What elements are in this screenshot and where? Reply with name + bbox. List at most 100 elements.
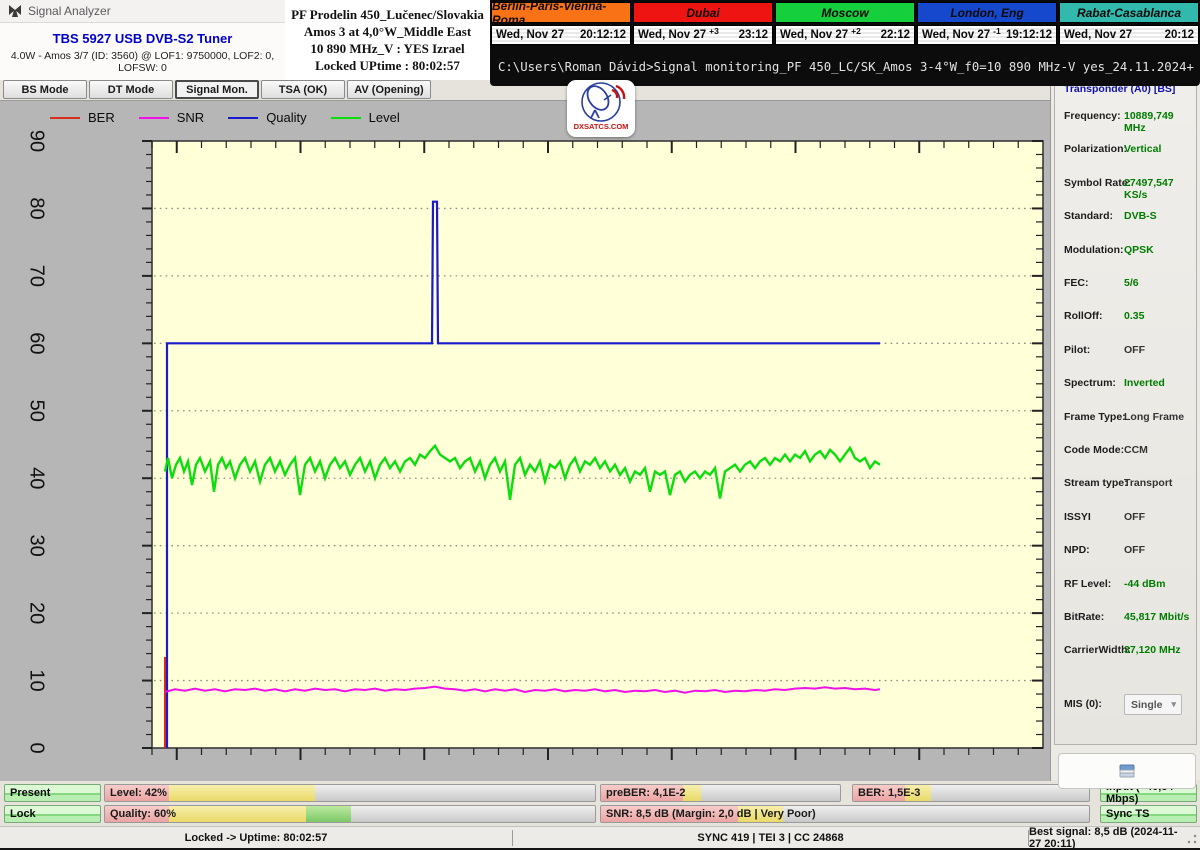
mis-value: Single bbox=[1131, 698, 1163, 711]
note-line-4: Locked UPtime : 80:02:57 bbox=[315, 58, 460, 73]
console-command: C:\Users\Roman Dávid>Signal monitoring_P… bbox=[498, 59, 1194, 74]
snr-line-swatch bbox=[138, 116, 169, 119]
tab-tsa[interactable]: TSA (OK) bbox=[261, 80, 345, 99]
transponder-row: Frequency: 10889,749 MHz bbox=[1064, 110, 1194, 134]
transponder-row: ISSYI OFF bbox=[1064, 511, 1194, 524]
transponder-box: Transponder (A0) [BS] MIS (0): Single ▾ … bbox=[1054, 77, 1197, 745]
status-sync-counters: SYNC 419 | TEI 3 | CC 24868 bbox=[697, 832, 844, 844]
preber-meter: preBER: 4,1E-2 bbox=[600, 784, 841, 802]
note-line-1: PF Prodelin 450_Lučenec/Slovakia bbox=[291, 7, 484, 22]
transponder-row-value: DVB-S bbox=[1124, 210, 1157, 223]
legend-item-quality: Quality bbox=[228, 110, 307, 125]
clock-date: Wed, Nov 27 bbox=[922, 29, 991, 41]
transponder-row-value: Vertical bbox=[1124, 143, 1162, 156]
transponder-row-label: Spectrum: bbox=[1064, 377, 1116, 390]
transponder-row-value: CCM bbox=[1124, 444, 1148, 456]
level-meter: Level: 42% bbox=[104, 784, 596, 802]
sync-ts-label: Sync TS bbox=[1106, 808, 1150, 820]
quality-meter-label: Quality: 60% bbox=[110, 808, 177, 820]
legend-label: SNR bbox=[176, 110, 205, 125]
transponder-row: Frame Type: Long Frame bbox=[1064, 411, 1194, 424]
mode-tabs: BS Mode DT Mode Signal Mon. TSA (OK) AV … bbox=[3, 80, 431, 100]
legend-label: Quality bbox=[266, 110, 307, 125]
svg-text:20: 20 bbox=[26, 602, 48, 624]
quality-line-swatch bbox=[228, 116, 259, 119]
clock-utc-offset: -1 bbox=[993, 26, 1001, 36]
transponder-row-value: -44 dBm bbox=[1124, 577, 1166, 590]
mis-row: MIS (0): Single ▾ bbox=[1064, 694, 1194, 720]
transponder-row-label: CarrierWidth: bbox=[1064, 644, 1131, 657]
note-line-3: 10 890 MHz_V : YES Izrael bbox=[310, 41, 465, 56]
transponder-row-label: BitRate: bbox=[1064, 611, 1105, 623]
clock-datetime: Wed, Nov 27 +3 23:12 bbox=[633, 25, 773, 45]
transponder-row-value: Inverted bbox=[1124, 377, 1165, 390]
svg-text:10: 10 bbox=[26, 669, 48, 691]
svg-text:70: 70 bbox=[26, 265, 48, 287]
transponder-row: RollOff: 0.35 bbox=[1064, 310, 1194, 323]
svg-text:30: 30 bbox=[26, 535, 48, 557]
clock-utc-offset: +3 bbox=[709, 26, 719, 36]
svg-text:60: 60 bbox=[26, 332, 48, 354]
svg-text:90: 90 bbox=[26, 130, 48, 152]
clock-time: 20:12 bbox=[1164, 29, 1194, 41]
present-indicator: Present bbox=[4, 784, 101, 802]
legend-label: Level bbox=[368, 110, 400, 125]
clock-rabat: Rabat-Casablanca Wed, Nov 27 20:12 bbox=[1059, 0, 1199, 47]
transponder-row: Spectrum: Inverted bbox=[1064, 377, 1194, 390]
clock-datetime: Wed, Nov 27 20:12:12 bbox=[491, 25, 631, 45]
transponder-row-label: Pilot: bbox=[1064, 343, 1091, 356]
transponder-row-value: 37,120 MHz bbox=[1124, 644, 1181, 657]
dxsatcs-logo-text: DXSATCS.COM bbox=[573, 122, 629, 131]
tab-dt-mode[interactable]: DT Mode bbox=[89, 80, 173, 99]
resize-grip[interactable] bbox=[1186, 833, 1198, 845]
transponder-row-label: Standard: bbox=[1064, 210, 1114, 223]
transponder-row-label: Frequency: bbox=[1064, 110, 1121, 122]
transponder-row: Stream type: Transport bbox=[1064, 477, 1194, 490]
antenna-note: PF Prodelin 450_Lučenec/Slovakia Amos 3 … bbox=[285, 0, 490, 80]
transponder-row-value: 10889,749 MHz bbox=[1124, 110, 1174, 134]
transponder-row: Polarization: Vertical bbox=[1064, 143, 1194, 156]
transponder-row-label: NPD: bbox=[1064, 544, 1090, 557]
ber-line-swatch bbox=[50, 116, 80, 119]
lock-indicator: Lock bbox=[4, 805, 101, 823]
mis-dropdown[interactable]: Single ▾ bbox=[1124, 694, 1182, 715]
status-bar: Locked -> Uptime: 80:02:57 SYNC 419 | TE… bbox=[0, 826, 1200, 850]
transponder-row: Pilot: OFF bbox=[1064, 344, 1194, 357]
satellite-dish-icon bbox=[581, 82, 626, 122]
snr-meter: SNR: 8,5 dB (Margin: 2,0 dB | Very Poor) bbox=[600, 805, 1090, 823]
legend-label: BER bbox=[88, 110, 115, 125]
transponder-row-label: FEC: bbox=[1064, 277, 1089, 289]
transponder-row: FEC: 5/6 bbox=[1064, 277, 1194, 290]
legend-item-level: Level bbox=[330, 110, 400, 125]
level-meter-label: Level: 42% bbox=[110, 787, 167, 799]
tab-signal-mon[interactable]: Signal Mon. bbox=[175, 80, 259, 99]
transponder-row-label: Modulation: bbox=[1064, 243, 1124, 256]
transponder-row-label: Code Mode: bbox=[1064, 444, 1125, 456]
tab-av[interactable]: AV (Opening) bbox=[347, 80, 431, 99]
signal-chart-panel: 0 10 20 30 40 50 60 70 80 90 BER SNR Quality Leve… bbox=[0, 100, 1051, 781]
legend-item-ber: BER bbox=[50, 110, 115, 125]
quality-meter: Quality: 60% bbox=[104, 805, 596, 823]
record-button[interactable] bbox=[1058, 753, 1196, 789]
snr-meter-label: SNR: 8,5 dB (Margin: 2,0 dB | Very Poor) bbox=[606, 808, 816, 820]
tab-bs-mode[interactable]: BS Mode bbox=[3, 80, 87, 99]
clock-date: Wed, Nov 27 bbox=[1064, 29, 1133, 41]
svg-text:0: 0 bbox=[26, 742, 48, 753]
mis-label: MIS (0): bbox=[1064, 698, 1102, 710]
transponder-row-label: Symbol Rate: bbox=[1064, 176, 1132, 189]
chevron-down-icon: ▾ bbox=[1171, 699, 1176, 709]
transponder-row: RF Level: -44 dBm bbox=[1064, 578, 1194, 591]
transponder-row-value: OFF bbox=[1124, 544, 1145, 557]
clock-datetime: Wed, Nov 27 -1 19:12:12 bbox=[917, 25, 1057, 45]
tuner-detail: 4.0W - Amos 3/7 (ID: 3560) @ LOF1: 97500… bbox=[10, 50, 275, 74]
transponder-row: Standard: DVB-S bbox=[1064, 210, 1194, 223]
clock-date: Wed, Nov 27 bbox=[780, 29, 849, 41]
clock-moscow: Moscow Wed, Nov 27 +2 22:12 bbox=[775, 0, 915, 47]
transponder-row-label: Polarization: bbox=[1064, 143, 1128, 156]
clock-time: 20:12:12 bbox=[579, 29, 626, 41]
present-label: Present bbox=[10, 787, 51, 799]
preber-meter-label: preBER: 4,1E-2 bbox=[606, 787, 686, 799]
clock-utc-offset: +2 bbox=[851, 26, 861, 36]
transponder-row: CarrierWidth: 37,120 MHz bbox=[1064, 644, 1194, 657]
transponder-row: Symbol Rate: 27497,547 KS/s bbox=[1064, 176, 1194, 201]
